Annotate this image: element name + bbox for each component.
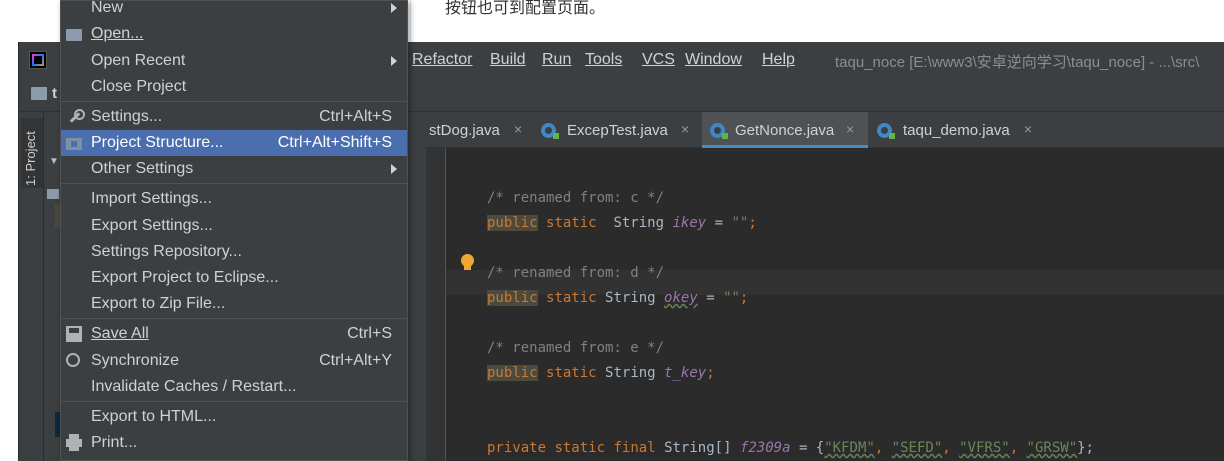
menu-item-settings-repository[interactable]: Settings Repository... [61, 239, 407, 265]
menu-item-import-settings[interactable]: Import Settings... [61, 186, 407, 212]
project-folder-icon [31, 87, 47, 100]
folder-icon [47, 189, 59, 199]
menu-item-project-structure[interactable]: Project Structure... Ctrl+Alt+Shift+S [61, 130, 407, 156]
navbar-project-label[interactable]: t [52, 85, 57, 102]
menu-item-new[interactable]: New [61, 0, 407, 21]
menu-item-print[interactable]: Print... [61, 430, 407, 456]
tab-getnonce[interactable]: GetNonce.java × [702, 112, 868, 148]
printer-icon [66, 434, 82, 451]
menu-tools[interactable]: Tools [585, 51, 622, 69]
save-icon [66, 326, 82, 342]
menu-separator [61, 183, 407, 184]
lightbulb-icon[interactable] [461, 254, 474, 270]
menu-help[interactable]: Help [762, 51, 795, 69]
menu-item-synchronize[interactable]: Synchronize Ctrl+Alt+Y [61, 348, 407, 374]
menu-separator [61, 101, 407, 102]
code-area[interactable]: /* renamed from: c */ public static Stri… [446, 148, 1224, 461]
tab-taqu-demo[interactable]: taqu_demo.java × [868, 112, 1038, 148]
shortcut-label: Ctrl+Alt+S [319, 108, 392, 125]
java-class-icon [541, 123, 559, 139]
menu-item-invalidate-caches[interactable]: Invalidate Caches / Restart... [61, 374, 407, 400]
tab-label: ExcepTest.java [567, 122, 668, 139]
menu-item-open-recent[interactable]: Open Recent [61, 48, 407, 74]
tab-close-icon[interactable]: × [1024, 121, 1032, 137]
tab-close-icon[interactable]: × [846, 121, 854, 137]
code-line-7: private static final String[] f2309a = {… [487, 440, 1094, 456]
window-title: taqu_noce [E:\www3\安卓逆向学习\taqu_noce] - .… [835, 54, 1200, 71]
menu-window[interactable]: Window [685, 51, 742, 69]
code-line-5: /* renamed from: e */ [487, 340, 665, 356]
shortcut-label: Ctrl+S [347, 325, 392, 342]
menu-run[interactable]: Run [542, 51, 571, 69]
menu-item-export-eclipse[interactable]: Export Project to Eclipse... [61, 265, 407, 291]
web-divider [410, 0, 411, 42]
left-tool-stripe: 1: Project [19, 112, 44, 461]
code-line-2: public static String ikey = ""; [487, 215, 757, 231]
menu-item-open[interactable]: Open... [61, 21, 407, 47]
editor-tabs: stDog.java × ExcepTest.java × GetNonce.j… [426, 112, 1224, 148]
folder-open-icon [66, 29, 82, 41]
code-line-4: public static String okey = ""; [487, 290, 749, 306]
project-tool-label[interactable]: 1: Project [23, 131, 38, 186]
project-panel: ▼ [45, 112, 61, 461]
menu-separator [61, 401, 407, 402]
code-line-6: public static String t_key; [487, 365, 715, 381]
menu-item-export-settings[interactable]: Export Settings... [61, 213, 407, 239]
shortcut-label: Ctrl+Alt+Y [319, 352, 392, 369]
file-menu-dropdown: New Open... Open Recent Close Project Se… [60, 0, 408, 461]
tab-stdog[interactable]: stDog.java × [426, 112, 535, 148]
menu-item-close-project[interactable]: Close Project [61, 74, 407, 100]
menu-refactor[interactable]: Refactor [412, 51, 472, 69]
tab-label: taqu_demo.java [903, 122, 1010, 139]
menu-vcs[interactable]: VCS [642, 51, 675, 69]
shortcut-label: Ctrl+Alt+Shift+S [277, 134, 392, 151]
code-line-1: /* renamed from: c */ [487, 190, 665, 206]
menu-item-export-zip[interactable]: Export to Zip File... [61, 291, 407, 317]
editor: stDog.java × ExcepTest.java × GetNonce.j… [426, 112, 1224, 461]
tab-exceptest[interactable]: ExcepTest.java × [535, 112, 702, 148]
tab-close-icon[interactable]: × [681, 121, 689, 137]
menu-item-other-settings[interactable]: Other Settings [61, 156, 407, 182]
project-structure-icon [66, 138, 82, 150]
java-class-icon [710, 123, 728, 139]
tab-label: GetNonce.java [735, 122, 835, 139]
tab-close-icon[interactable]: × [514, 121, 522, 137]
submenu-arrow-icon [391, 56, 397, 66]
intellij-logo-icon [29, 51, 47, 69]
menu-item-settings[interactable]: Settings... Ctrl+Alt+S [61, 104, 407, 130]
web-page-text: 按钮也可到配置页面。 [445, 0, 606, 17]
menu-item-save-all[interactable]: Save All Ctrl+S [61, 321, 407, 347]
tab-label: stDog.java [429, 122, 500, 139]
sync-icon [66, 353, 80, 367]
menu-separator [61, 318, 407, 319]
menu-item-export-html[interactable]: Export to HTML... [61, 404, 407, 430]
expand-arrow-icon[interactable]: ▼ [49, 156, 59, 167]
menu-build[interactable]: Build [490, 51, 526, 69]
wrench-icon [66, 109, 85, 125]
editor-gutter [426, 148, 446, 461]
java-class-icon [877, 123, 895, 139]
submenu-arrow-icon [391, 3, 397, 13]
submenu-arrow-icon [391, 164, 397, 174]
code-line-3: /* renamed from: d */ [487, 265, 665, 281]
